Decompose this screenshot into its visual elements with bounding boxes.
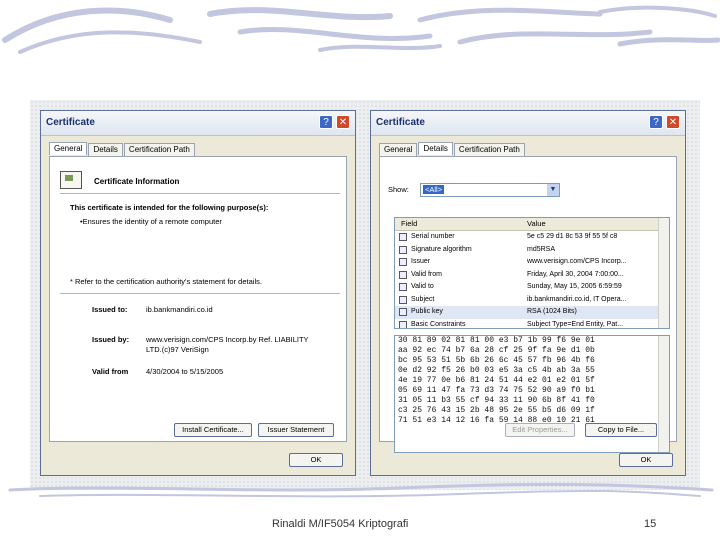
dialog-title: Certificate [46,117,95,128]
hex-line: 05 69 11 47 fa 73 d3 74 75 52 90 a9 f0 b… [398,386,595,395]
close-button[interactable]: ✕ [336,115,350,129]
field-row[interactable]: Serial number 5e c5 29 d1 8c 53 9f 55 5f … [395,231,669,244]
field-row[interactable]: Public key RSA (1024 Bits) [395,306,669,319]
field-name: Public key [411,308,443,315]
hex-line: bc 95 53 51 5b 6b 26 6c 45 57 fb 96 4b f… [398,356,595,365]
hex-line: c3 25 76 43 15 2b 48 95 2e 55 b5 d6 09 1… [398,406,595,415]
title-bar: Certificate ? ✕ [371,111,685,136]
show-label: Show: [388,185,409,194]
certificate-dialog-details: Certificate ? ✕ General Details Certific… [370,110,686,476]
field-row[interactable]: Issuer www.verisign.com/CPS Incorp... [395,256,669,269]
hex-line: aa 92 ec 74 b7 6a 28 cf 25 9f fa 9e d1 0… [398,346,595,355]
field-name: Serial number [411,233,455,240]
decorative-swash-bottom [8,482,714,498]
slide-page-number: 15 [644,518,657,530]
valid-from-label: Valid from [92,367,129,376]
purpose-heading: This certificate is intended for the fol… [70,203,269,212]
chevron-down-icon[interactable]: ▼ [547,184,559,196]
field-list-header: Field Value [395,218,669,231]
field-row[interactable]: Signature algorithm md5RSA [395,244,669,257]
field-name: Signature algorithm [411,245,472,253]
hex-line: 0e d2 92 f5 26 b0 03 e5 3a c5 4b ab 3a 5… [398,366,595,375]
field-value: www.verisign.com/CPS Incorp... [527,258,627,265]
hex-line: 31 05 11 b3 55 cf 94 33 11 90 6b 8f 41 f… [398,396,595,405]
column-header-value[interactable]: Value [527,219,546,228]
field-value: Subject Type=End Entity, Pat... [527,320,624,328]
value-detail-scrollbar[interactable] [658,336,669,452]
dialog-title: Certificate [376,117,425,128]
tab-certification-path[interactable]: Certification Path [453,143,525,156]
tab-details[interactable]: Details [88,143,123,156]
field-icon [399,258,407,266]
certificate-icon [60,171,82,189]
field-icon [399,283,407,291]
field-value: Sunday, May 15, 2005 6:59:59 [527,283,622,290]
issued-by-value: www.verisign.com/CPS Incorp.by Ref. LIAB… [146,335,309,344]
show-dropdown-value: <All> [423,185,445,194]
edit-properties-button[interactable]: Edit Properties... [505,423,575,437]
title-bar: Certificate ? ✕ [41,111,355,136]
divider [60,293,340,294]
field-value: Friday, April 30, 2004 7:00:00... [527,270,624,278]
column-header-field[interactable]: Field [401,219,417,228]
field-row[interactable]: Valid to Sunday, May 15, 2005 6:59:59 [395,281,669,294]
tab-general[interactable]: General [49,142,88,155]
issued-to-label: Issued to: [92,305,128,314]
tab-content-general: Certificate Information This certificate… [49,156,347,442]
hex-lines: 30 81 89 02 81 81 00 e3 b7 1b 99 f6 9e 0… [395,336,669,426]
certificate-dialog-general: Certificate ? ✕ General Details Certific… [40,110,356,476]
hex-line: 4e 19 77 0e b6 81 24 51 44 e2 01 e2 01 5… [398,376,595,385]
tab-general[interactable]: General [379,143,418,156]
field-value: md5RSA [527,245,556,253]
tab-details[interactable]: Details [418,142,453,155]
field-row[interactable]: Subject ib.bankmandiri.co.id, IT Opera... [395,294,669,307]
ok-button[interactable]: OK [619,453,673,467]
divider [60,193,340,194]
field-icon [399,233,407,241]
help-button[interactable]: ? [319,115,333,129]
ok-button[interactable]: OK [289,453,343,467]
slide-footer-text: Rinaldi M/IF5054 Kriptografi [272,518,409,530]
field-name: Basic Constraints [411,320,466,328]
field-icon [399,308,407,316]
issued-by-value-line2: LTD.(c)97 VeriSign [146,345,209,354]
field-icon [399,295,407,304]
tab-content-details: Show: <All> ▼ Field Value Serial number 5… [379,156,677,453]
help-button[interactable]: ? [649,115,663,129]
field-value: 5e c5 29 d1 8c 53 9f 55 5f c8 [527,233,618,240]
field-icon [399,245,407,254]
certificate-info-box: Certificate Information This certificate… [54,161,342,376]
show-dropdown[interactable]: <All> ▼ [420,183,560,197]
field-name: Valid from [411,270,442,278]
field-value: ib.bankmandiri.co.id, IT Opera... [527,295,627,303]
field-name: Issuer [411,258,431,265]
issued-to-value: ib.bankmandiri.co.id [146,305,213,314]
field-value: RSA (1024 Bits) [527,308,577,315]
purpose-item: •Ensures the identity of a remote comput… [80,217,222,226]
field-row[interactable]: Basic Constraints Subject Type=End Entity… [395,319,669,328]
copy-to-file-button[interactable]: Copy to File... [585,423,657,437]
tab-strip: General Details Certification Path [49,142,196,156]
issuer-statement-button[interactable]: Issuer Statement [258,423,334,437]
field-icon [399,320,407,328]
refer-note: * Refer to the certification authority's… [70,277,262,286]
field-list-scrollbar[interactable] [658,218,669,328]
field-name: Subject [411,295,435,303]
decorative-swash-top [2,5,720,54]
tab-strip: General Details Certification Path [379,142,526,156]
install-certificate-button[interactable]: Install Certificate... [174,423,252,437]
field-name: Valid to [411,283,434,290]
info-title: Certificate Information [94,177,180,186]
field-icon [399,270,407,279]
tab-certification-path[interactable]: Certification Path [123,143,195,156]
close-button[interactable]: ✕ [666,115,680,129]
hex-line: 30 81 89 02 81 81 00 e3 b7 1b 99 f6 9e 0… [398,336,595,345]
valid-from-value: 4/30/2004 to 5/15/2005 [146,367,224,376]
field-row[interactable]: Valid from Friday, April 30, 2004 7:00:00… [395,269,669,282]
issued-by-label: Issued by: [92,335,130,344]
field-rows: Serial number 5e c5 29 d1 8c 53 9f 55 5f … [395,231,669,328]
field-list[interactable]: Field Value Serial number 5e c5 29 d1 8c … [394,217,670,329]
